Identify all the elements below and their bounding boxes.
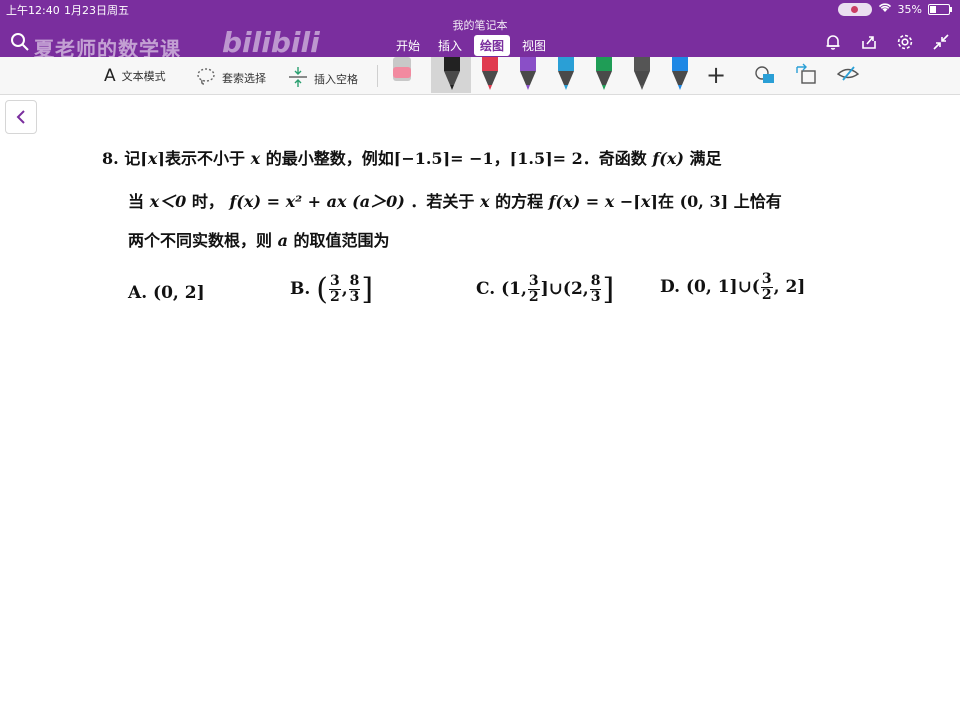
denominator: 2 bbox=[329, 289, 340, 305]
option-label: D. bbox=[660, 277, 681, 297]
text: 的方程 bbox=[495, 192, 544, 211]
math-value: = −1， bbox=[450, 149, 510, 168]
fraction: 83 bbox=[348, 273, 361, 305]
math-expr: f(x) bbox=[652, 149, 684, 168]
math-value: 1.5 bbox=[517, 149, 546, 168]
math-var: x bbox=[479, 192, 490, 211]
math-var: x bbox=[250, 149, 261, 168]
problem-line-3: 两个不同实数根，则 a 的取值范围为 bbox=[128, 227, 390, 251]
math-var: x bbox=[147, 149, 158, 168]
math-expr: x＜0 bbox=[149, 192, 187, 211]
text: = 2．奇函数 bbox=[552, 149, 647, 168]
option-b: B. (3 2, 8 3] bbox=[290, 272, 373, 307]
math-expr: f(x) = x² + ax (a＞0) bbox=[229, 192, 405, 211]
option-text: (0, 2] bbox=[153, 283, 205, 303]
text: 的取值范围为 bbox=[293, 231, 390, 250]
text: 表示不小于 bbox=[165, 149, 246, 168]
fraction: 32 bbox=[527, 273, 540, 305]
option-a: A. (0, 2] bbox=[128, 283, 205, 303]
problem-number: 8. bbox=[102, 149, 119, 168]
option-text: ]∪(2, bbox=[540, 279, 589, 299]
numerator: 8 bbox=[589, 273, 602, 290]
numerator: 3 bbox=[527, 273, 540, 290]
bracket: ] bbox=[602, 272, 615, 307]
math-var: a bbox=[277, 231, 288, 250]
numerator: 3 bbox=[328, 273, 341, 290]
comma: , bbox=[341, 279, 348, 299]
text: 上恰有 bbox=[733, 192, 782, 211]
denominator: 3 bbox=[590, 289, 601, 305]
option-text: , 2] bbox=[773, 277, 806, 297]
math-expr: f(x) = x − bbox=[548, 192, 634, 211]
numerator: 8 bbox=[348, 273, 361, 290]
option-label: A. bbox=[128, 283, 148, 303]
denominator: 3 bbox=[349, 289, 360, 305]
note-page[interactable]: 8. 记⌈x⌉表示不小于 x 的最小整数，例如⌈−1.5⌉= −1，⌈1.5⌉=… bbox=[0, 0, 960, 720]
text: 的最小整数，例如 bbox=[265, 149, 394, 168]
fraction: 83 bbox=[589, 273, 602, 305]
option-d: D. (0, 1]∪(3 2, 2] bbox=[660, 272, 805, 303]
fraction: 32 bbox=[760, 271, 773, 303]
option-text: (0, 1]∪( bbox=[685, 277, 760, 297]
paren: ( bbox=[316, 272, 328, 307]
math-var: x bbox=[640, 192, 651, 211]
text: 时， bbox=[191, 192, 224, 211]
denominator: 2 bbox=[761, 287, 772, 303]
option-text: (1, bbox=[501, 279, 527, 299]
option-c: C. (1, 3 2]∪(2, 8 3] bbox=[476, 272, 614, 307]
text: ．若关于 bbox=[410, 192, 475, 211]
text: 当 bbox=[128, 192, 145, 211]
problem-line-1: 8. 记⌈x⌉表示不小于 x 的最小整数，例如⌈−1.5⌉= −1，⌈1.5⌉=… bbox=[102, 149, 722, 168]
numerator: 3 bbox=[760, 271, 773, 288]
text: 满足 bbox=[689, 149, 722, 168]
text: 记 bbox=[124, 149, 141, 168]
denominator: 2 bbox=[528, 289, 539, 305]
text: 在 bbox=[658, 192, 675, 211]
option-label: B. bbox=[290, 279, 311, 299]
fraction: 32 bbox=[328, 273, 341, 305]
math-value: −1.5 bbox=[401, 149, 443, 168]
problem-line-2: 当 x＜0 时， f(x) = x² + ax (a＞0) ．若关于 x 的方程… bbox=[128, 192, 782, 211]
option-label: C. bbox=[476, 279, 496, 299]
text: 两个不同实数根，则 bbox=[128, 231, 273, 250]
bracket: ] bbox=[361, 272, 374, 307]
math-expr: (0, 3] bbox=[679, 192, 729, 211]
